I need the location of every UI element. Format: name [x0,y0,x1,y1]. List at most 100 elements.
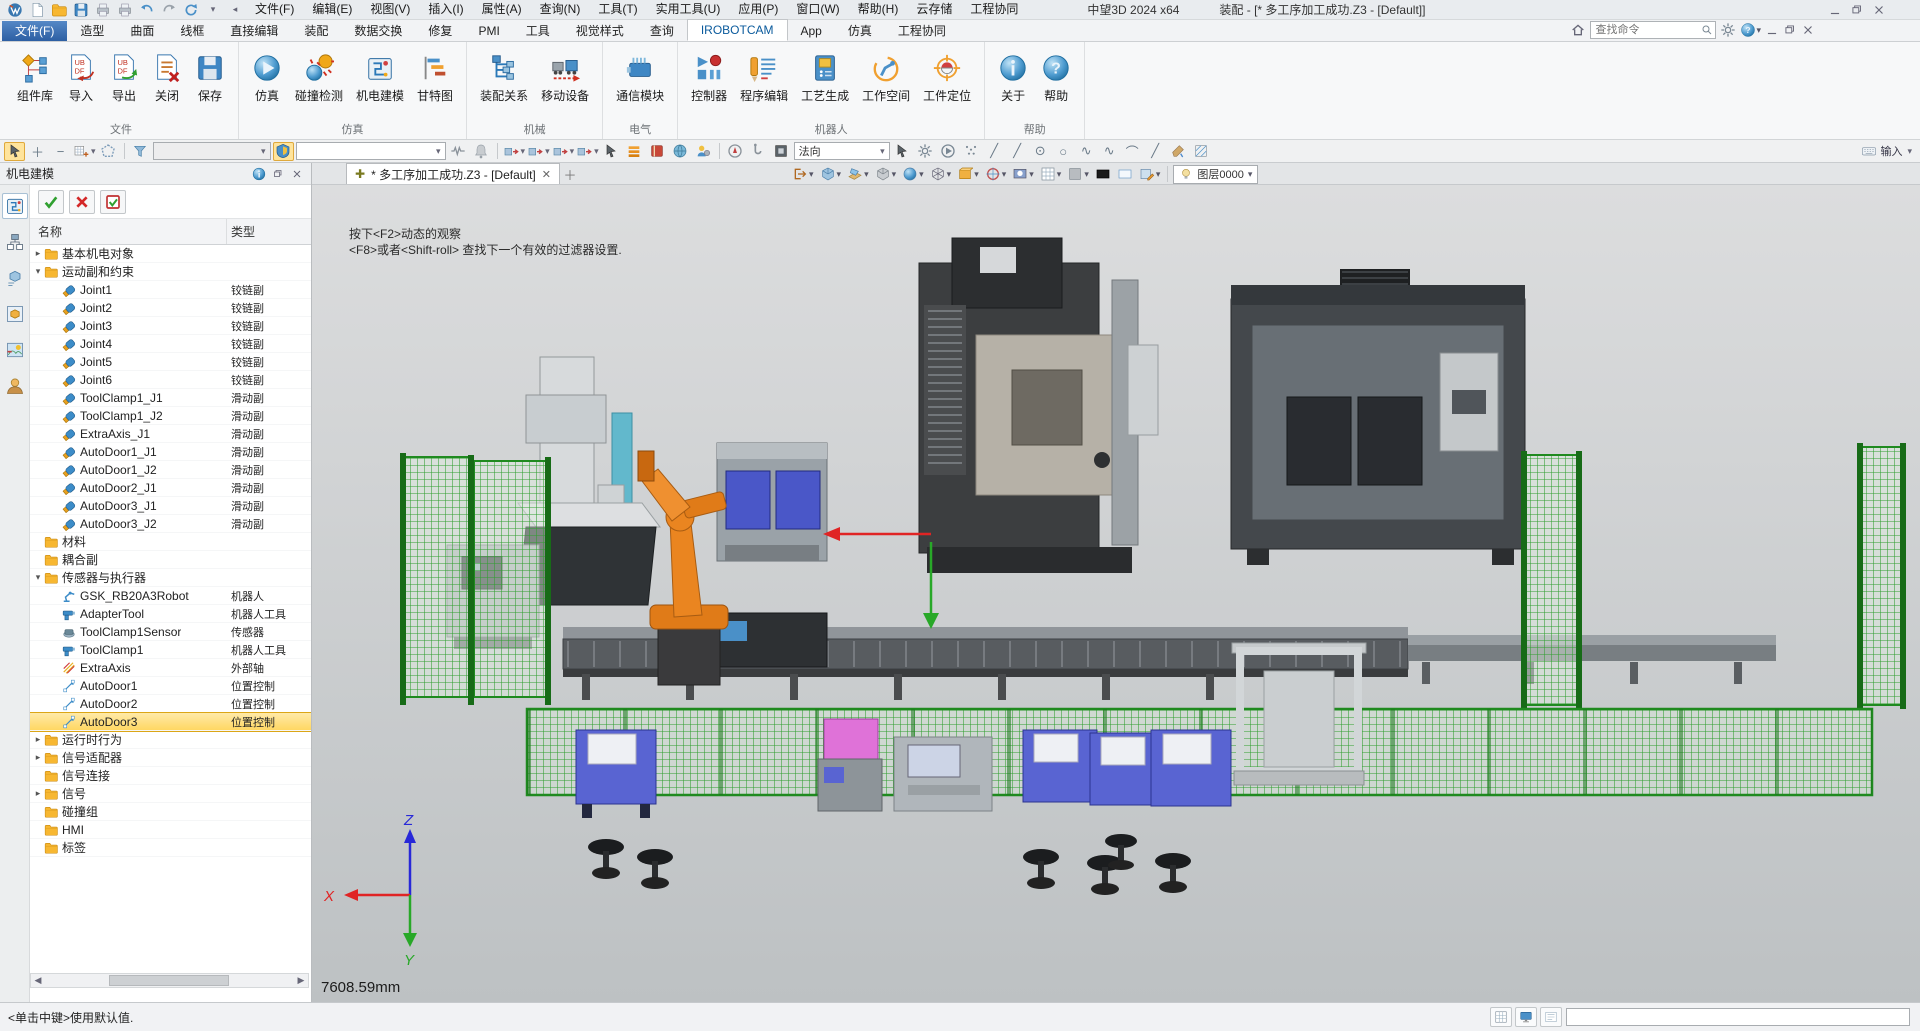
settings-tool[interactable] [915,142,936,161]
target-combo[interactable]: ▾ [296,142,446,160]
dock-image[interactable] [2,337,28,363]
ribbon-button-工件定位[interactable]: 工件定位 [918,45,976,104]
pick-filter-grid[interactable]: ▾ [73,142,96,161]
gear-icon[interactable] [1720,22,1736,38]
session-tool[interactable] [693,142,714,161]
ribbon-button-保存[interactable]: 保存 [190,45,230,104]
ribbon-button-装配关系[interactable]: 装配关系 [475,45,533,104]
menu-item-12[interactable]: 工程协同 [961,0,1027,19]
mdi-restore-icon[interactable] [1783,23,1797,37]
menu-item-6[interactable]: 工具(T) [589,0,646,19]
batch-print[interactable] [115,1,135,19]
list-button[interactable] [1540,1007,1562,1027]
ribbon-button-机电建模[interactable]: 机电建模 [351,45,409,104]
close-button[interactable] [1868,2,1890,18]
tree-row[interactable]: Joint6铰链副 [30,371,311,389]
tree-row[interactable]: AutoDoor1_J2滑动副 [30,461,311,479]
viewport-canvas[interactable]: Z X Y 按下<F2>动态的观察 <F8>或者<Shift-roll> 查找下… [312,185,1920,1002]
add-entity[interactable]: ＋ [27,142,48,161]
menu-item-2[interactable]: 视图(V) [361,0,419,19]
panel-autohide-icon[interactable] [270,166,286,182]
mdi-minimize-icon[interactable] [1765,23,1779,37]
minimize-button[interactable] [1824,2,1846,18]
apply-check-button[interactable] [100,190,126,214]
circle-tool[interactable]: ○ [1053,142,1074,161]
visual-style[interactable]: ▾ [1010,164,1036,184]
column-name[interactable]: 名称 [30,219,227,244]
expander-icon[interactable]: ▾ [32,266,44,277]
tree-row[interactable]: AutoDoor3_J1滑动副 [30,497,311,515]
menu-item-0[interactable]: 文件(F) [246,0,303,19]
menu-item-8[interactable]: 应用(P) [729,0,787,19]
circle-center-tool[interactable]: ⊙ [1030,142,1051,161]
mdi-close-icon[interactable] [1801,23,1815,37]
ribbon-button-工作空间[interactable]: 工作空间 [857,45,915,104]
drag-component[interactable] [601,142,622,161]
ribbon-button-仿真[interactable]: 仿真 [247,45,287,104]
bg-white-swatch[interactable] [1115,164,1135,184]
menu-item-1[interactable]: 编辑(E) [303,0,361,19]
tree-row[interactable]: Joint1铰链副 [30,281,311,299]
ribbon-button-帮助[interactable]: 帮助 [1036,45,1076,104]
wireframe-mode[interactable]: ▾ [928,164,954,184]
machine-right[interactable] [1231,269,1525,565]
tree-row[interactable]: AutoDoor3位置控制 [30,713,311,731]
menu-item-9[interactable]: 窗口(W) [787,0,848,19]
tree-row[interactable]: AutoDoor2_J1滑动副 [30,479,311,497]
line-tool-3[interactable]: ╱ [1145,142,1166,161]
dock-user[interactable] [2,373,28,399]
filter-tool[interactable] [130,142,151,161]
display-box[interactable]: ▾ [955,164,981,184]
tree-row[interactable]: ToolClamp1机器人工具 [30,641,311,659]
spline-tool[interactable]: ∿ [1076,142,1097,161]
tree-row[interactable]: AutoDoor1_J1滑动副 [30,443,311,461]
ribbon-button-导入[interactable]: 导入 [61,45,101,104]
tab-文件(F)[interactable]: 文件(F) [2,21,67,41]
tab-IROBOTCAM[interactable]: IROBOTCAM [687,19,788,41]
align-component-1[interactable]: ▾ [503,142,526,161]
tree-row[interactable]: 碰撞组 [30,803,311,821]
point-tool[interactable] [961,142,982,161]
expander-icon[interactable]: ▸ [32,788,44,799]
remove-entity[interactable]: − [50,142,71,161]
ribbon-button-甘特图[interactable]: 甘特图 [412,45,458,104]
expander-icon[interactable]: ▸ [32,734,44,745]
save-file[interactable] [71,1,91,19]
app-logo[interactable] [5,1,25,19]
grid-toggle-button[interactable] [1490,1007,1512,1027]
menu-item-7[interactable]: 实用工具(U) [647,0,730,19]
line-tool[interactable]: ╱ [984,142,1005,161]
hatch-tool[interactable] [1191,142,1212,161]
print[interactable] [93,1,113,19]
dock-mechatronics[interactable] [2,193,28,219]
tree-row[interactable]: AdapterTool机器人工具 [30,605,311,623]
menu-item-3[interactable]: 插入(I) [419,0,472,19]
grid-display[interactable]: ▾ [1038,164,1064,184]
arc-tool[interactable]: ⌒ [1122,142,1143,161]
tree-row[interactable]: ▾传感器与执行器 [30,569,311,587]
view-exit[interactable]: ▾ [790,164,816,184]
qat-collapse[interactable]: ◂ [225,1,245,19]
layer-combo[interactable]: 图层0000▾ [1173,165,1258,184]
play-tool[interactable] [938,142,959,161]
component-stack[interactable] [624,142,645,161]
view-box[interactable]: ▾ [873,164,899,184]
tab-造型[interactable]: 造型 [67,21,117,41]
align-component-2[interactable]: ▾ [527,142,550,161]
ribbon-button-工艺生成[interactable]: 工艺生成 [796,45,854,104]
align-component-4[interactable]: ▾ [576,142,599,161]
tree-row[interactable]: ExtraAxis外部轴 [30,659,311,677]
ribbon-button-关于[interactable]: 关于 [993,45,1033,104]
paint-tool[interactable] [1168,142,1189,161]
tree-row[interactable]: 标签 [30,839,311,857]
pick-tool[interactable] [4,142,25,161]
align-component-3[interactable]: ▾ [552,142,575,161]
tree-row[interactable]: AutoDoor1位置控制 [30,677,311,695]
section-view[interactable]: ▾ [845,164,871,184]
tab-直接编辑[interactable]: 直接编辑 [217,21,291,41]
tree-row[interactable]: Joint2铰链副 [30,299,311,317]
menu-item-5[interactable]: 查询(N) [531,0,590,19]
tree-row[interactable]: ExtraAxis_J1滑动副 [30,425,311,443]
edit-display[interactable]: ▾ [1137,164,1163,184]
pick-secondary[interactable] [892,142,913,161]
